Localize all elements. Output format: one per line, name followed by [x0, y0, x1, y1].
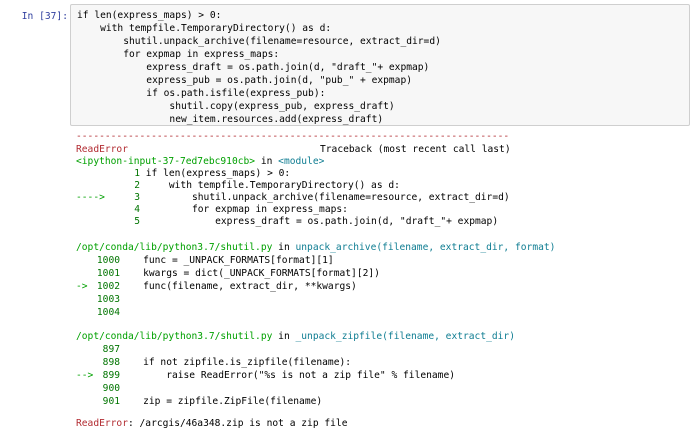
code-line: with tempfile.TemporaryDirectory() as d: [77, 23, 332, 34]
frame-in: in [272, 242, 296, 253]
code-line: shutil.unpack_archive(filename=resource,… [77, 36, 441, 47]
error-type: ReadError [76, 144, 128, 155]
frame-line-number: 2 [134, 180, 140, 191]
traceback-title: Traceback (most recent call last) [320, 144, 511, 155]
frame-line-number: 901 [102, 396, 120, 407]
frame-line: 1000 func = _UNPACK_FORMATS[format][1] [76, 255, 334, 268]
frame-line: 1 if len(express_maps) > 0: [76, 168, 290, 181]
code-line: if os.path.isfile(express_pub): [77, 88, 326, 99]
frame-code: func = _UNPACK_FORMATS[format][1] [120, 255, 334, 266]
traceback-header: ReadError [76, 144, 128, 157]
frame-arrow: -> [76, 281, 88, 292]
frame-location: <ipython-input-37-7ed7ebc910cb> in <modu… [76, 156, 324, 169]
code-line: if len(express_maps) > 0: [77, 10, 222, 21]
frame-line-number: 1001 [96, 268, 120, 279]
frame-line-number: 897 [102, 344, 120, 355]
cell-prompt: In [37]: [21, 11, 68, 22]
frame-line: 1004 [76, 307, 120, 320]
frame-line-number: 899 [102, 370, 120, 381]
frame-line-number: 4 [134, 204, 140, 215]
frame-line-number: 900 [102, 383, 120, 394]
error-final-text: : /arcgis/46a348.zip is not a zip file [127, 418, 348, 429]
code-line: express_pub = os.path.join(d, "pub_" + e… [77, 75, 413, 86]
frame-func: unpack_archive(filename, extract_dir, fo… [295, 242, 556, 253]
frame-code: with tempfile.TemporaryDirectory() as d: [145, 180, 400, 191]
frame-code: if len(express_maps) > 0: [145, 168, 291, 179]
frame-line: 1003 [76, 294, 120, 307]
frame-in: in [255, 156, 279, 167]
frame-arrow: --> [76, 370, 94, 381]
frame-line: 901 zip = zipfile.ZipFile(filename) [76, 396, 323, 409]
frame-line: 1001 kwargs = dict(_UNPACK_FORMATS[forma… [76, 268, 380, 281]
frame-line: 900 [76, 383, 120, 396]
frame-line-current: --> 899 raise ReadError("%s is not a zip … [76, 370, 455, 383]
frame-code: if not zipfile.is_zipfile(filename): [120, 357, 352, 368]
frame-location: /opt/conda/lib/python3.7/shutil.py in un… [76, 242, 555, 255]
frame-line: 2 with tempfile.TemporaryDirectory() as … [76, 180, 400, 193]
frame-code: shutil.unpack_archive(filename=resource,… [145, 192, 510, 203]
frame-line: 5 express_draft = os.path.join(d, "draft… [76, 216, 498, 229]
frame-line-current: -> 1002 func(filename, extract_dir, **kwa… [76, 281, 357, 294]
frame-line-number: 1 [134, 168, 140, 179]
frame-line-number: 1002 [96, 281, 120, 292]
frame-line-number: 5 [134, 216, 140, 227]
frame-line: 897 [76, 344, 120, 357]
frame-line-current: ----> 3 shutil.unpack_archive(filename=re… [76, 192, 510, 205]
code-cell-input[interactable]: if len(express_maps) > 0: with tempfile.… [70, 4, 690, 126]
error-final-type: ReadError [76, 418, 128, 429]
frame-in: in [272, 331, 296, 342]
frame-func: _unpack_zipfile(filename, extract_dir) [295, 331, 516, 342]
code-cell-output: ----------------------------------------… [70, 128, 690, 435]
frame-line: 4 for expmap in express_maps: [76, 204, 348, 217]
code-line: for expmap in express_maps: [77, 49, 280, 60]
frame-file: <ipython-input-37-7ed7ebc910cb> [76, 156, 256, 167]
frame-line-number: 3 [134, 192, 140, 203]
frame-location: /opt/conda/lib/python3.7/shutil.py in _u… [76, 331, 515, 344]
frame-code: express_draft = os.path.join(d, "draft_"… [145, 216, 499, 227]
frame-line: 898 if not zipfile.is_zipfile(filename): [76, 357, 351, 370]
code-line: shutil.copy(express_pub, express_draft) [77, 101, 395, 112]
traceback-separator: ----------------------------------------… [76, 131, 510, 142]
frame-code: func(filename, extract_dir, **kwargs) [120, 281, 357, 292]
frame-func: <module> [278, 156, 325, 167]
frame-line-number: 1003 [96, 294, 120, 305]
frame-arrow: ----> [76, 192, 105, 203]
code-line: express_draft = os.path.join(d, "draft_"… [77, 62, 430, 73]
error-message: ReadError: /arcgis/46a348.zip is not a z… [76, 418, 347, 431]
frame-line-number: 898 [102, 357, 120, 368]
frame-line-number: 1004 [96, 307, 120, 318]
frame-code: raise ReadError("%s is not a zip file" %… [120, 370, 456, 381]
frame-file: /opt/conda/lib/python3.7/shutil.py [76, 242, 273, 253]
frame-file: /opt/conda/lib/python3.7/shutil.py [76, 331, 273, 342]
frame-code: zip = zipfile.ZipFile(filename) [120, 396, 323, 407]
frame-code: kwargs = dict(_UNPACK_FORMATS[format][2]… [120, 268, 380, 279]
frame-code: for expmap in express_maps: [145, 204, 348, 215]
code-line: new_item.resources.add(express_draft) [77, 114, 384, 125]
frame-line-number: 1000 [96, 255, 120, 266]
